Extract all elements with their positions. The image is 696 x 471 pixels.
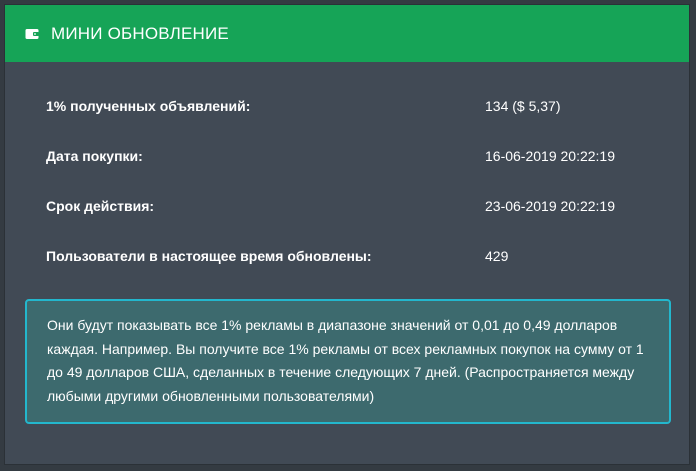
info-label: Пользователи в настоящее время обновлены…: [46, 248, 372, 264]
info-notice-box: Они будут показывать все 1% рекламы в ди…: [25, 299, 671, 424]
info-list: 1% полученных объявлений: 134 ($ 5,37) Д…: [46, 88, 666, 288]
info-row-ads-received: 1% полученных объявлений: 134 ($ 5,37): [46, 88, 666, 138]
info-value: 16-06-2019 20:22:19: [485, 148, 615, 164]
info-value: 23-06-2019 20:22:19: [485, 198, 615, 214]
info-row-upgraded-users: Пользователи в настоящее время обновлены…: [46, 238, 666, 288]
panel-header: МИНИ ОБНОВЛЕНИЕ: [5, 5, 689, 62]
mini-upgrade-panel: МИНИ ОБНОВЛЕНИЕ 1% полученных объявлений…: [4, 4, 690, 465]
info-label: 1% полученных объявлений:: [46, 98, 251, 114]
info-value: 134 ($ 5,37): [485, 98, 561, 114]
wallet-icon: [25, 27, 39, 41]
notice-text: Они будут показывать все 1% рекламы в ди…: [47, 317, 644, 404]
info-label: Срок действия:: [46, 198, 155, 214]
panel-title: МИНИ ОБНОВЛЕНИЕ: [51, 23, 229, 43]
info-label: Дата покупки:: [46, 148, 143, 164]
info-row-expiry-date: Срок действия: 23-06-2019 20:22:19: [46, 188, 666, 238]
info-value: 429: [485, 248, 509, 264]
info-row-purchase-date: Дата покупки: 16-06-2019 20:22:19: [46, 138, 666, 188]
